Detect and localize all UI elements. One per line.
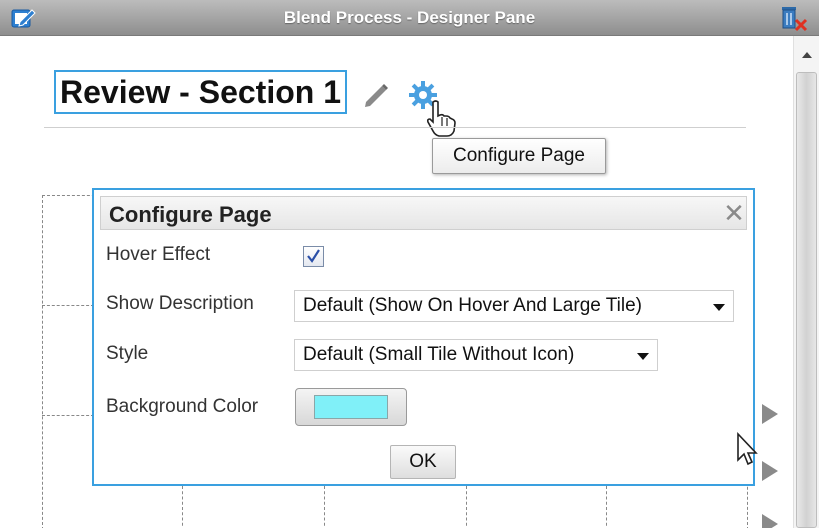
color-swatch <box>314 395 388 419</box>
background-color-label: Background Color <box>106 396 259 417</box>
ok-button[interactable]: OK <box>390 445 456 479</box>
title-bar: Blend Process - Designer Pane <box>0 0 819 36</box>
style-select[interactable]: Default (Small Tile Without Icon) <box>294 339 658 371</box>
dialog-header: Configure Page ✕ <box>100 196 747 230</box>
trash-delete-icon[interactable] <box>778 4 810 32</box>
designer-pane: Blend Process - Designer Pane Review - S… <box>0 0 819 528</box>
hover-effect-label: Hover Effect <box>106 244 211 265</box>
show-description-value: Default (Show On Hover And Large Tile) <box>303 295 643 316</box>
grid-line <box>42 415 94 416</box>
scroll-up-icon[interactable] <box>794 48 819 62</box>
pencil-icon[interactable] <box>360 78 392 110</box>
close-icon[interactable]: ✕ <box>721 199 747 227</box>
hand-cursor-icon <box>423 98 457 138</box>
dialog-title: Configure Page <box>109 202 272 227</box>
arrow-right-icon[interactable] <box>762 461 778 481</box>
style-label: Style <box>106 343 149 364</box>
background-color-picker[interactable] <box>295 388 407 426</box>
grid-line <box>606 486 607 528</box>
configure-page-dialog: Configure Page ✕ Hover Effect Show Descr… <box>92 188 755 486</box>
grid-line <box>182 486 183 528</box>
scroll-thumb[interactable] <box>796 72 817 528</box>
show-description-label: Show Description <box>106 293 254 314</box>
arrow-right-icon[interactable] <box>762 404 778 424</box>
hover-effect-checkbox[interactable] <box>303 246 324 267</box>
grid-line <box>466 486 467 528</box>
grid-line <box>324 486 325 528</box>
grid-line <box>42 305 94 306</box>
configure-page-tooltip: Configure Page <box>432 138 606 174</box>
page-title[interactable]: Review - Section 1 <box>54 70 347 114</box>
chevron-down-icon <box>637 353 649 360</box>
title-divider <box>44 127 746 128</box>
vertical-scrollbar[interactable] <box>793 36 819 528</box>
chevron-down-icon <box>713 304 725 311</box>
window-title: Blend Process - Designer Pane <box>283 8 536 27</box>
arrow-cursor-icon <box>736 431 758 468</box>
show-description-select[interactable]: Default (Show On Hover And Large Tile) <box>294 290 734 322</box>
arrow-right-icon[interactable] <box>762 514 778 528</box>
style-value: Default (Small Tile Without Icon) <box>303 344 575 365</box>
